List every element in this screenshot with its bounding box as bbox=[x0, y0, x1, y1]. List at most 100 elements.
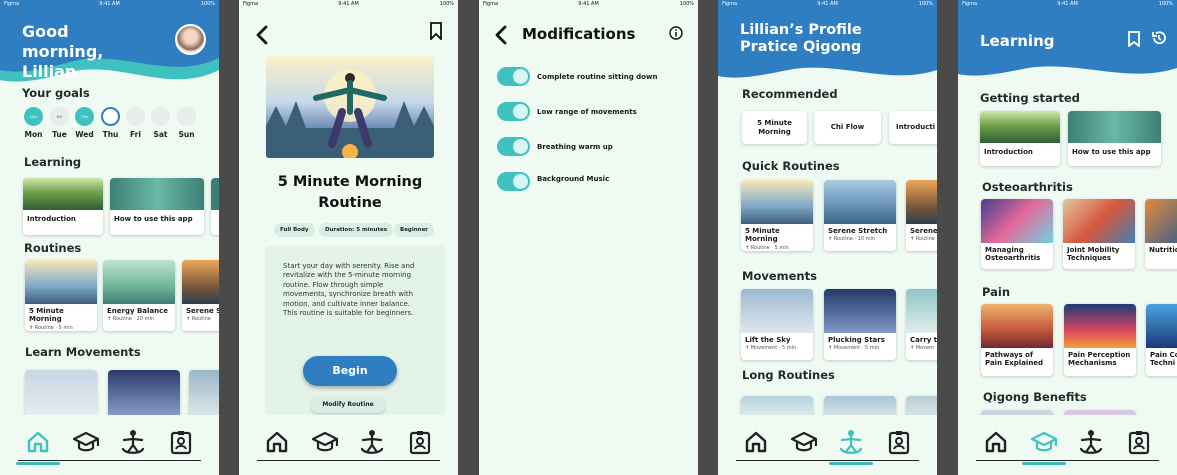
tab-practice[interactable] bbox=[358, 428, 386, 456]
home-screen: Figma 9:41 AM 100% Good morning, Lillian… bbox=[0, 0, 219, 475]
tab-home[interactable] bbox=[263, 428, 291, 456]
tab-home[interactable] bbox=[742, 428, 770, 456]
tab-learning[interactable] bbox=[72, 428, 100, 456]
meditation-illustration bbox=[103, 260, 175, 304]
tab-learning[interactable] bbox=[311, 428, 339, 456]
tab-bar bbox=[718, 415, 937, 475]
home-header: Good morning, Lillian bbox=[0, 0, 219, 92]
tab-profile[interactable] bbox=[885, 428, 913, 456]
quick-routine-card[interactable]: Serene Stretch ✝ Routine · 10 min bbox=[824, 180, 896, 251]
goal-mon[interactable]: 20m bbox=[24, 107, 43, 126]
card-title: 5 Minute Morning bbox=[745, 227, 780, 244]
tab-practice[interactable] bbox=[829, 428, 874, 465]
tab-profile[interactable] bbox=[406, 428, 434, 456]
tab-profile[interactable] bbox=[1125, 428, 1153, 456]
bookmark-icon[interactable] bbox=[1128, 31, 1140, 47]
avatar[interactable] bbox=[175, 24, 206, 55]
movement-card[interactable]: Carry t ✝ Movem bbox=[906, 289, 937, 360]
card-title: Serene bbox=[910, 227, 937, 235]
nutrition-illustration bbox=[1145, 199, 1177, 243]
article-card[interactable]: Pathways of Pain Explained bbox=[981, 304, 1053, 376]
clock: 9:41 AM bbox=[578, 1, 599, 7]
article-card[interactable]: Nutritio bbox=[1145, 199, 1177, 269]
movement-card[interactable] bbox=[189, 370, 219, 420]
tab-practice[interactable] bbox=[119, 428, 147, 456]
recommended-item[interactable]: Introducti bbox=[889, 111, 937, 144]
movement-image bbox=[741, 289, 813, 333]
toggle-breathing[interactable] bbox=[497, 137, 530, 156]
modifications-screen: Figma 9:41 AM 100% Modifications Complet… bbox=[479, 0, 698, 475]
goal-wed[interactable]: 15m bbox=[75, 107, 94, 126]
tab-learning[interactable] bbox=[790, 428, 818, 456]
tab-practice[interactable] bbox=[1077, 428, 1105, 456]
tab-bar bbox=[958, 415, 1177, 475]
card-subtitle-text: Routine · 5 min bbox=[34, 324, 73, 331]
tab-bar bbox=[0, 415, 219, 475]
goal-value: 8m bbox=[56, 114, 63, 119]
learning-card-introduction[interactable]: Introduction bbox=[23, 178, 103, 235]
goal-sun[interactable] bbox=[177, 107, 196, 126]
card-title: Joint Mobility Techniques bbox=[1067, 246, 1120, 263]
movement-card[interactable]: Lift the Sky ✝ Movement · 5 min bbox=[741, 289, 813, 360]
tab-bar bbox=[239, 415, 458, 475]
back-chevron-icon[interactable] bbox=[494, 25, 508, 45]
begin-button[interactable]: Begin bbox=[303, 356, 397, 386]
status-bar: Figma 9:41 AM 100% bbox=[479, 0, 698, 9]
learning-card[interactable]: Introduction bbox=[980, 111, 1060, 166]
info-icon[interactable] bbox=[669, 26, 683, 40]
card-title: How to use this app bbox=[1072, 148, 1151, 156]
qigong-illustration bbox=[25, 260, 97, 304]
tab-home[interactable] bbox=[982, 428, 1010, 456]
goal-tue[interactable]: 8m bbox=[50, 107, 69, 126]
toggle-music[interactable] bbox=[497, 172, 530, 191]
history-icon[interactable] bbox=[1151, 30, 1167, 46]
active-tab-indicator bbox=[15, 462, 60, 465]
tab-home[interactable] bbox=[15, 428, 60, 465]
article-card[interactable]: Pain Perception Mechanisms bbox=[1064, 304, 1136, 376]
article-card[interactable]: Pain Co Techni bbox=[1146, 304, 1177, 376]
recommended-title: Recommended bbox=[742, 87, 838, 101]
routine-card[interactable]: 5 Minute Morning ✝ Routine · 5 min bbox=[25, 260, 97, 331]
goals-title: Your goals bbox=[22, 86, 90, 100]
tab-learning[interactable] bbox=[1021, 428, 1066, 465]
quick-routine-card[interactable]: 5 Minute Morning ✝ Routine · 5 min bbox=[741, 180, 813, 251]
carrier-label: Figma bbox=[962, 1, 978, 7]
recommended-item[interactable]: Chi Flow bbox=[814, 111, 881, 144]
card-title: Energy Balance bbox=[107, 307, 169, 315]
lake-illustration bbox=[824, 180, 896, 224]
carrier-label: Figma bbox=[4, 1, 20, 7]
routine-title: 5 Minute Morning Routine bbox=[277, 174, 423, 212]
profile-badge-icon bbox=[1129, 431, 1150, 455]
landscape-illustration bbox=[182, 260, 219, 304]
toggle-low-range[interactable] bbox=[497, 102, 530, 121]
article-card[interactable]: Managing Osteoarthritis bbox=[981, 199, 1053, 269]
knee-illustration bbox=[981, 199, 1053, 243]
learning-card-how-to-use[interactable]: How to use this app bbox=[110, 178, 204, 235]
bookmark-icon[interactable] bbox=[429, 22, 443, 40]
goal-thu[interactable] bbox=[101, 107, 120, 126]
learning-card[interactable]: How to use this app bbox=[1068, 111, 1161, 166]
routine-card[interactable]: Serene S ✝ Routine bbox=[182, 260, 219, 331]
routine-hero-illustration bbox=[266, 56, 434, 158]
movement-card[interactable]: Plucking Stars ✝ Movement · 5 min bbox=[824, 289, 896, 360]
routine-card[interactable]: Energy Balance ✝ Routine · 20 min bbox=[103, 260, 175, 331]
modify-routine-button[interactable]: Modify Routine bbox=[310, 397, 386, 413]
clock: 9:41 AM bbox=[1057, 1, 1078, 7]
learning-card-partial[interactable] bbox=[211, 178, 219, 235]
phone-illustration bbox=[110, 178, 204, 210]
goal-fri[interactable] bbox=[126, 107, 145, 126]
qigong-pose-icon bbox=[361, 430, 384, 454]
recommended-item[interactable]: 5 Minute Morning bbox=[742, 111, 807, 144]
status-bar: Figma 9:41 AM 100% bbox=[239, 0, 458, 9]
goal-sat[interactable] bbox=[151, 107, 170, 126]
card-title: Carry t bbox=[910, 336, 937, 344]
quick-routine-card[interactable]: Serene ✝ Routine bbox=[906, 180, 937, 251]
movement-card[interactable] bbox=[25, 370, 97, 420]
card-subtitle: ✝ Movem bbox=[910, 345, 935, 352]
toggle-sitting[interactable] bbox=[497, 67, 530, 86]
tab-bar-divider bbox=[257, 460, 440, 461]
article-card[interactable]: Joint Mobility Techniques bbox=[1063, 199, 1135, 269]
back-chevron-icon[interactable] bbox=[255, 25, 269, 45]
movement-card[interactable] bbox=[108, 370, 180, 420]
tab-profile[interactable] bbox=[167, 428, 195, 456]
